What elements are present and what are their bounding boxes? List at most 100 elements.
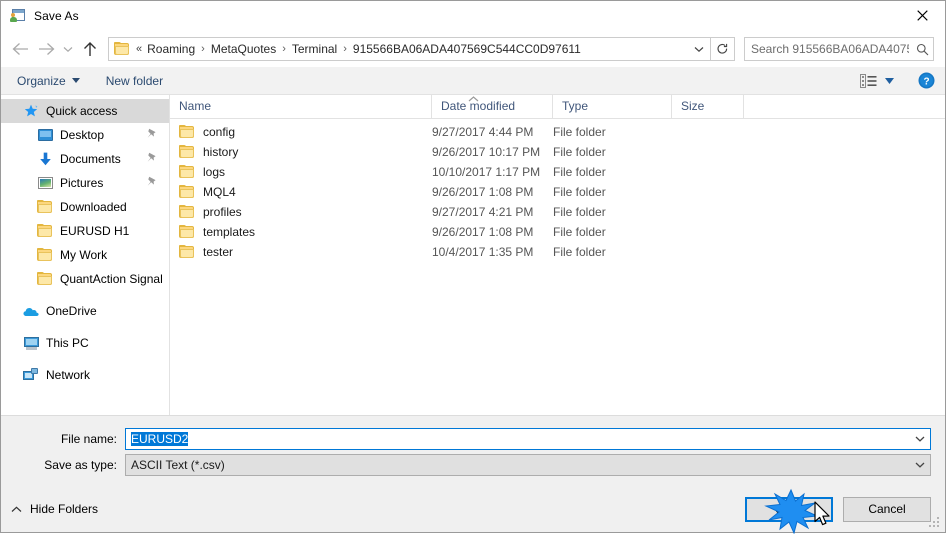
help-icon: ? (918, 72, 935, 89)
dialog-footer: Hide Folders Save Cancel (1, 486, 945, 532)
dialog-body: Quick access Desktop Documents Pictures … (1, 95, 945, 415)
sidebar-item-quantaction-signal[interactable]: QuantAction Signal (1, 267, 169, 291)
column-header-size[interactable]: Size (672, 95, 744, 118)
help-button[interactable]: ? (918, 72, 935, 89)
folder-icon (37, 271, 53, 287)
file-name-row: File name: EURUSD2 (1, 428, 945, 450)
title-bar: Save As (1, 1, 945, 31)
recent-locations-button[interactable] (59, 36, 77, 62)
table-row[interactable]: config 9/27/2017 4:44 PM File folder (170, 122, 945, 142)
table-row[interactable]: profiles 9/27/2017 4:21 PM File folder (170, 202, 945, 222)
file-name-value[interactable]: EURUSD2 (126, 432, 910, 446)
file-name-cell: MQL4 (170, 185, 432, 199)
hide-folders-button[interactable]: Hide Folders (11, 502, 98, 516)
star-icon (23, 103, 39, 119)
search-icon[interactable] (911, 43, 933, 56)
sidebar-item-label: Pictures (60, 176, 104, 190)
sidebar-item-this-pc[interactable]: This PC (1, 331, 169, 355)
column-header-type[interactable]: Type (553, 95, 672, 118)
breadcrumb-item-terminal[interactable]: Terminal (291, 42, 338, 56)
breadcrumb-separator-icon: › (282, 42, 286, 55)
sidebar-item-downloaded[interactable]: Downloaded (1, 195, 169, 219)
breadcrumb: « Roaming › MetaQuotes › Terminal › 9155… (136, 42, 687, 56)
desktop-monitor-icon (37, 127, 53, 143)
file-name-combo[interactable]: EURUSD2 (125, 428, 931, 450)
resize-grip-icon[interactable] (929, 517, 941, 529)
sidebar-item-onedrive[interactable]: OneDrive (1, 299, 169, 323)
sidebar-item-my-work[interactable]: My Work (1, 243, 169, 267)
save-as-type-combo[interactable]: ASCII Text (*.csv) (125, 454, 931, 476)
table-row[interactable]: tester 10/4/2017 1:35 PM File folder (170, 242, 945, 262)
up-button[interactable] (77, 36, 103, 62)
breadcrumb-item-metaquotes[interactable]: MetaQuotes (210, 42, 277, 56)
documents-download-arrow-icon (37, 151, 53, 167)
sidebar-item-desktop[interactable]: Desktop (1, 123, 169, 147)
breadcrumb-item-roaming[interactable]: Roaming (146, 42, 196, 56)
pin-icon (146, 128, 157, 142)
file-name-dropdown-button[interactable] (910, 436, 930, 442)
file-name-input[interactable]: EURUSD2 (131, 432, 189, 446)
file-type-cell: File folder (553, 145, 606, 159)
refresh-icon (717, 43, 728, 54)
breadcrumb-item-terminal-id[interactable]: 915566BA06ADA407569C544CC0D97611 (352, 42, 582, 56)
recent-locations-chevron-icon (63, 46, 73, 52)
save-as-type-label: Save as type: (44, 458, 117, 472)
file-list[interactable]: config 9/27/2017 4:44 PM File folder his… (170, 119, 945, 415)
file-type-cell: File folder (553, 185, 606, 199)
change-view-button[interactable] (860, 73, 894, 88)
chevron-down-icon (915, 436, 925, 442)
search-box[interactable] (744, 37, 934, 61)
file-list-pane: Name Date modified Type Size config 9/27… (170, 95, 945, 415)
address-dropdown-button[interactable] (687, 38, 710, 60)
refresh-button[interactable] (711, 37, 735, 61)
sidebar-item-label: My Work (60, 248, 108, 262)
table-row[interactable]: templates 9/26/2017 1:08 PM File folder (170, 222, 945, 242)
breadcrumb-separator-icon: › (201, 42, 205, 55)
hide-folders-label: Hide Folders (30, 502, 99, 516)
save-as-type-row: Save as type: ASCII Text (*.csv) (1, 454, 945, 476)
file-date-cell: 10/10/2017 1:17 PM (432, 165, 541, 179)
file-name-cell: config (170, 125, 432, 139)
close-button[interactable] (900, 1, 945, 30)
sidebar-item-label: EURUSD H1 (60, 224, 130, 238)
sidebar-item-label: QuantAction Signal (60, 272, 163, 286)
column-header-row: Name Date modified Type Size (170, 95, 945, 119)
folder-icon (179, 165, 195, 179)
breadcrumb-overflow-icon[interactable]: « (136, 43, 146, 55)
network-icon (23, 367, 39, 383)
address-bar[interactable]: « Roaming › MetaQuotes › Terminal › 9155… (108, 37, 711, 61)
save-as-type-dropdown-button[interactable] (910, 462, 930, 468)
table-row[interactable]: logs 10/10/2017 1:17 PM File folder (170, 162, 945, 182)
search-input[interactable] (745, 42, 911, 56)
new-folder-button[interactable]: New folder (106, 74, 163, 88)
forward-button[interactable] (33, 36, 59, 62)
table-row[interactable]: MQL4 9/26/2017 1:08 PM File folder (170, 182, 945, 202)
column-header-name[interactable]: Name (170, 95, 432, 118)
sidebar-item-label: Downloaded (60, 200, 127, 214)
folder-icon (114, 42, 130, 56)
folder-icon (37, 199, 53, 215)
file-name-label: File name: (60, 432, 117, 446)
sidebar-item-network[interactable]: Network (1, 363, 169, 387)
sidebar-item-label: Network (46, 368, 91, 382)
pin-icon (146, 152, 157, 166)
file-name-label: logs (203, 165, 226, 179)
sort-ascending-icon (466, 96, 480, 104)
sidebar-item-pictures[interactable]: Pictures (1, 171, 169, 195)
sidebar-item-eurusd-h1[interactable]: EURUSD H1 (1, 219, 169, 243)
table-row[interactable]: history 9/26/2017 10:17 PM File folder (170, 142, 945, 162)
cancel-button[interactable]: Cancel (843, 496, 931, 522)
sidebar-item-label: This PC (46, 336, 89, 350)
organize-button[interactable]: Organize (17, 74, 80, 88)
column-header-date-modified[interactable]: Date modified (432, 95, 553, 118)
file-type-cell: File folder (553, 165, 606, 179)
file-name-label: profiles (203, 205, 242, 219)
sidebar-item-quick-access[interactable]: Quick access (1, 99, 169, 123)
back-button[interactable] (7, 36, 33, 62)
save-button[interactable]: Save (745, 496, 833, 522)
file-name-label: tester (203, 245, 234, 259)
sidebar-item-documents[interactable]: Documents (1, 147, 169, 171)
